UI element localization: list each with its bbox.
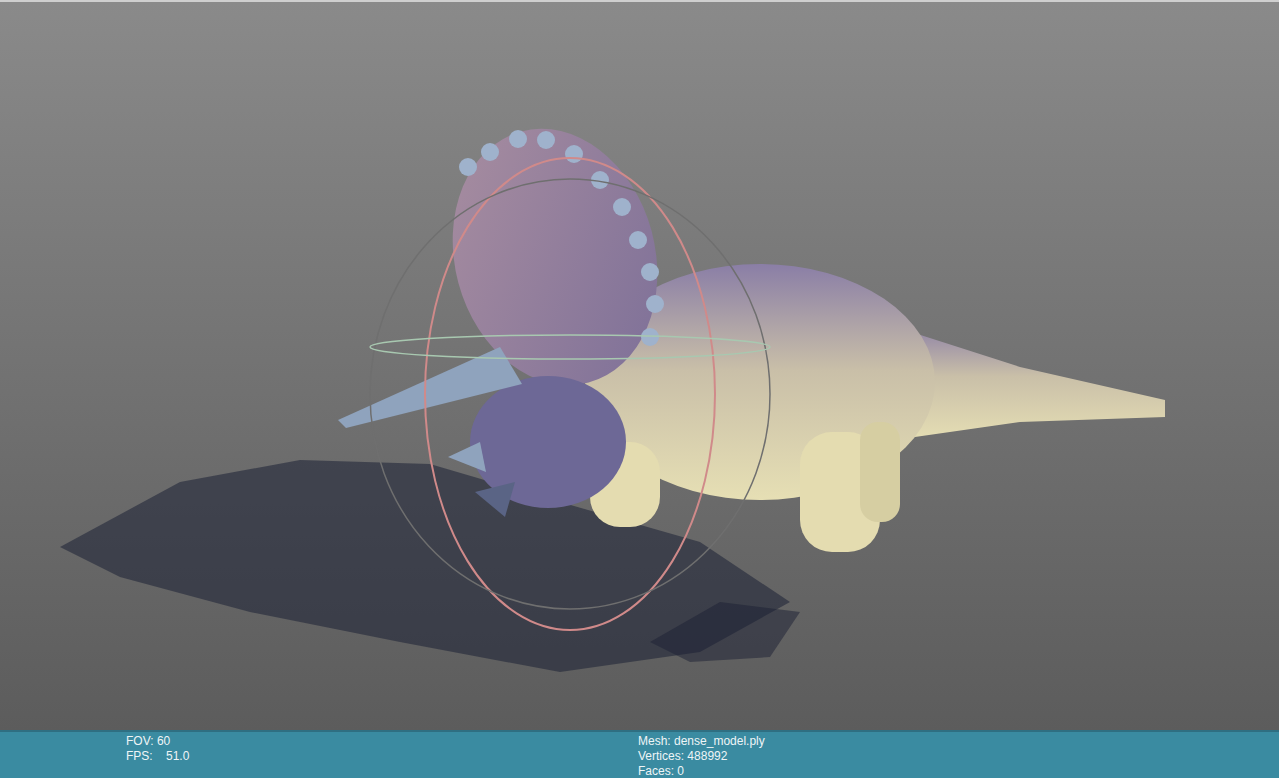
status-text: FOV: 60 [126, 734, 638, 749]
mesh-stats: Mesh: dense_model.plyVertices: 488992Fac… [638, 734, 765, 778]
point-cloud-render[interactable] [0, 2, 1279, 730]
status-bar: FOV: 60FPS: 51.0Mesh: dense_model.plyVer… [0, 730, 1279, 778]
status-text: Vertices: 488992 [638, 749, 765, 764]
viewer-window: FOV: 60FPS: 51.0Mesh: dense_model.plyVer… [0, 0, 1279, 778]
viewport[interactable] [0, 0, 1279, 730]
status-text: FPS: 51.0 [126, 749, 638, 764]
status-text: Faces: 0 [638, 764, 765, 778]
status-text: Mesh: dense_model.ply [638, 734, 765, 749]
render-stats: FOV: 60FPS: 51.0 [126, 734, 638, 778]
